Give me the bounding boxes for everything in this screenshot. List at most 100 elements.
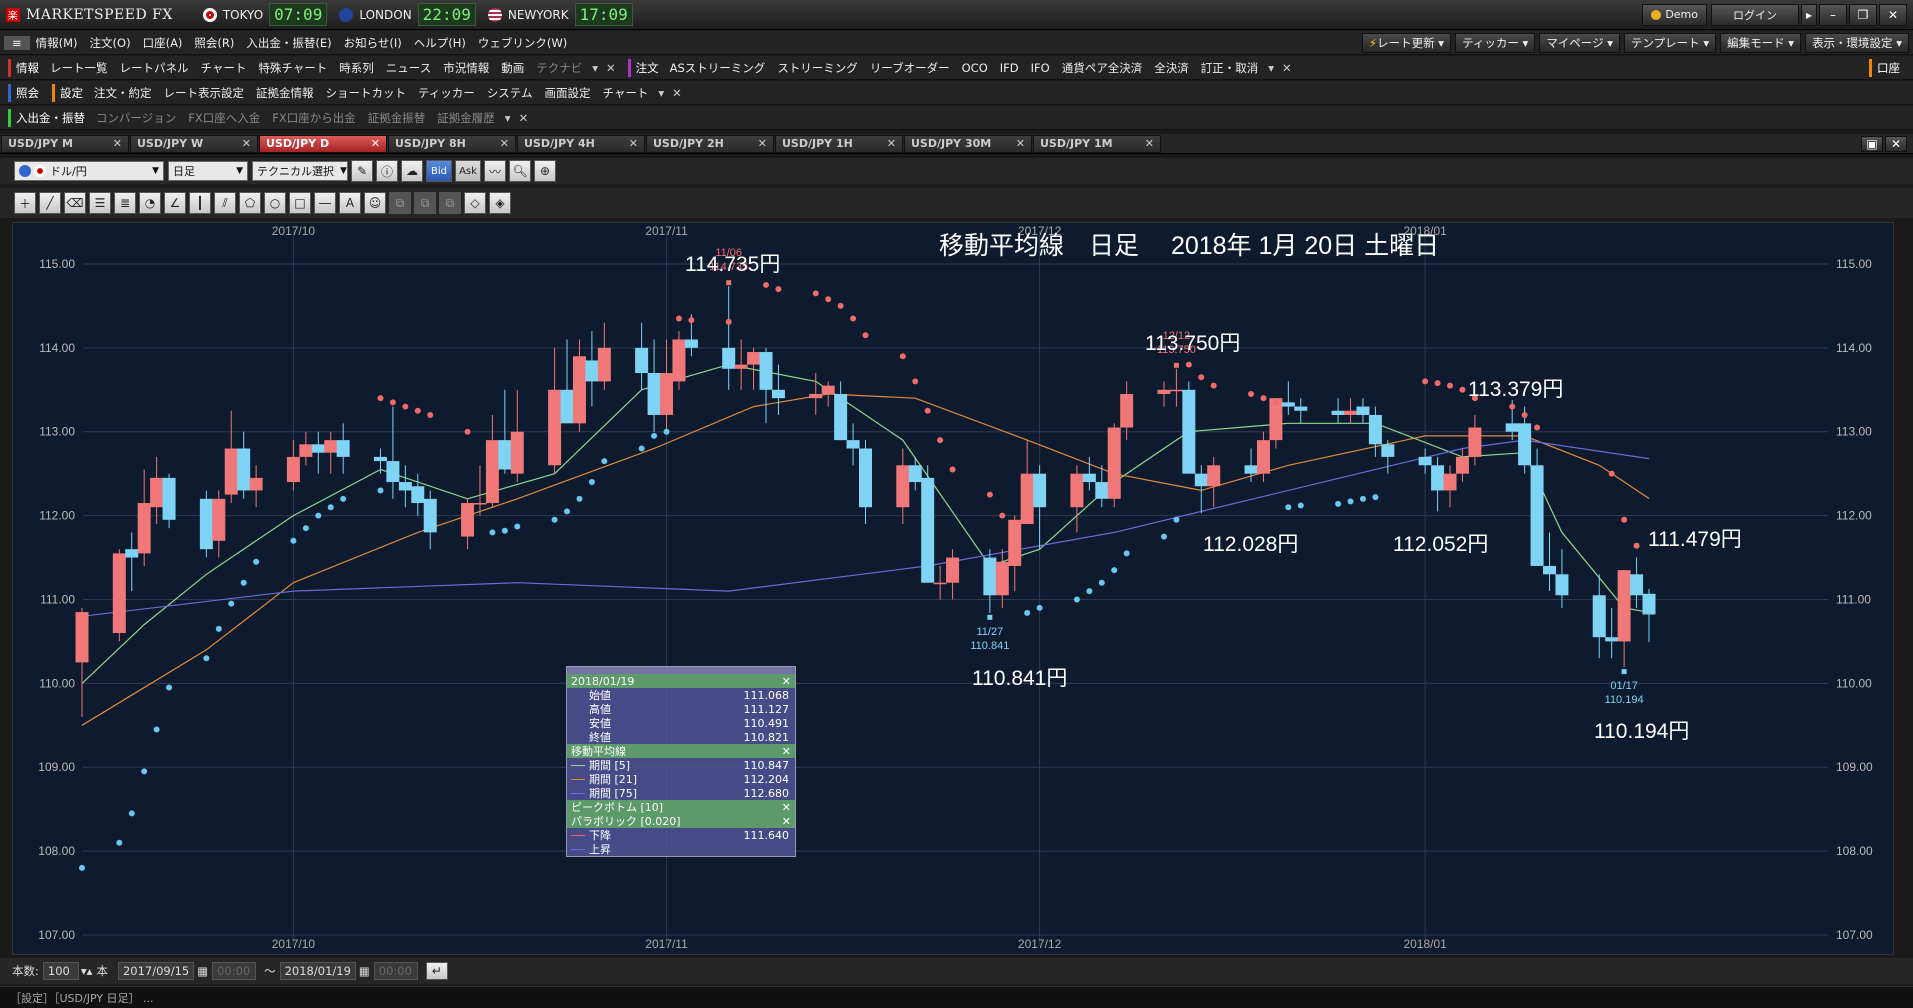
close-button[interactable]: ✕ [1879, 3, 1907, 26]
close-icon[interactable]: ✕ [1145, 137, 1154, 150]
eraser-icon[interactable]: ⌫ [64, 192, 86, 214]
crosshair-icon[interactable]: ＋ [14, 192, 36, 214]
tab-usdjpy-m[interactable]: USD/JPY M ✕ [1, 134, 129, 153]
close-icon[interactable]: ✕ [371, 137, 380, 150]
tab-usdjpy-30m[interactable]: USD/JPY 30M ✕ [904, 134, 1032, 153]
tab-usdjpy-2h[interactable]: USD/JPY 2H ✕ [646, 134, 774, 153]
toolbar-market-info[interactable]: 市況情報 [437, 60, 495, 76]
stamp-icon[interactable]: ☺ [364, 192, 386, 214]
close-icon[interactable]: ✕ [782, 801, 791, 814]
close-icon[interactable]: ✕ [629, 137, 638, 150]
info-icon[interactable]: ⓘ [376, 160, 398, 182]
tab-usdjpy-d[interactable]: USD/JPY D ✕ [259, 134, 387, 153]
duplicate-icon[interactable]: ⧉ [439, 192, 461, 214]
from-time-input[interactable]: 00:00 [212, 962, 257, 980]
chevron-down-icon[interactable]: ▾ [654, 86, 668, 100]
close-icon[interactable]: ✕ [515, 111, 533, 125]
apply-range-icon[interactable]: ↵ [425, 962, 448, 980]
chart-area[interactable]: 107.00 107.00 108.00 108.00 109.00 109.00 110.… [12, 222, 1894, 955]
close-icon[interactable]: ✕ [782, 815, 791, 828]
tab-usdjpy-1h[interactable]: USD/JPY 1H ✕ [775, 134, 903, 153]
paste-icon[interactable]: ⧉ [414, 192, 436, 214]
drag-handle[interactable] [567, 667, 795, 674]
menu-inquiry[interactable]: 照会(R) [188, 35, 240, 51]
ticker-button[interactable]: ティッカー ▾ [1455, 32, 1536, 53]
tab-usdjpy-1m[interactable]: USD/JPY 1M ✕ [1033, 134, 1161, 153]
trendline-icon[interactable]: ╱ [39, 192, 61, 214]
toolbar-technavi[interactable]: テクナビ [530, 60, 588, 76]
menu-account[interactable]: 口座(A) [137, 35, 189, 51]
toolbar-special-chart[interactable]: 特殊チャート [252, 60, 333, 76]
from-date-input[interactable]: 2017/09/15 [117, 962, 195, 980]
menu-info[interactable]: 情報(M) [30, 35, 84, 51]
edit-mode-button[interactable]: 編集モード ▾ [1720, 32, 1802, 53]
toolbar-leave-order[interactable]: リーブオーダー [864, 60, 956, 76]
toolbar-chart-settings[interactable]: チャート [596, 85, 654, 101]
line-chart-icon[interactable]: 〰 [484, 160, 506, 182]
toolbar-screen-settings[interactable]: 画面設定 [538, 85, 596, 101]
close-icon[interactable]: ✕ [758, 137, 767, 150]
toolbar-pair-settle[interactable]: 通貨ペア全決済 [1056, 60, 1149, 76]
fan-icon[interactable]: ◔ [139, 192, 161, 214]
zoom-out-icon[interactable]: 🔍︎ [509, 160, 531, 182]
toolbar-shortcut[interactable]: ショートカット [320, 85, 413, 101]
toolbar-oco[interactable]: OCO [956, 61, 994, 75]
toolbar-margin-history[interactable]: 証拠金履歴 [431, 110, 501, 126]
zoom-in-icon[interactable]: ⊕ [534, 160, 556, 182]
maximize-icon[interactable]: ▣ [1861, 135, 1883, 152]
technical-select[interactable]: テクニカル選択 ▼ [252, 161, 348, 181]
toolbar-rate-list[interactable]: レート一覧 [44, 60, 114, 76]
template-button[interactable]: テンプレート ▾ [1624, 32, 1717, 53]
menu-weblink[interactable]: ウェブリンク(W) [472, 35, 573, 51]
text-icon[interactable]: A [339, 192, 361, 214]
chevron-up-icon[interactable]: ▴ [87, 964, 93, 978]
demo-button[interactable]: Demo [1642, 3, 1707, 26]
toolbar-chart[interactable]: チャート [195, 60, 253, 76]
vertical-lines-icon[interactable]: ┃ [189, 192, 211, 214]
login-button[interactable]: ログイン [1711, 3, 1799, 26]
copy-icon[interactable]: ⧉ [389, 192, 411, 214]
timeframe-select[interactable]: 日足 ▼ [168, 161, 248, 181]
menu-order[interactable]: 注文(O) [84, 35, 137, 51]
horizontal-line-icon[interactable]: ― [314, 192, 336, 214]
currency-pair-select[interactable]: ドル/円 ▼ [14, 161, 164, 181]
pitchfork-icon[interactable]: ⫽ [214, 192, 236, 214]
menu-icon[interactable]: ≡ [4, 35, 30, 50]
to-time-input[interactable]: 00:00 [373, 962, 418, 980]
toolbar-margin-transfer[interactable]: 証拠金振替 [362, 110, 432, 126]
tab-usdjpy-w[interactable]: USD/JPY W ✕ [130, 134, 258, 153]
close-icon[interactable]: ✕ [782, 745, 791, 758]
count-input[interactable]: 100 [42, 962, 79, 980]
pentagon-icon[interactable]: ⬠ [239, 192, 261, 214]
toolbar-all-settle[interactable]: 全決済 [1148, 60, 1195, 76]
toolbar-fx-withdraw[interactable]: FX口座から出金 [266, 110, 362, 126]
arrow-right-icon[interactable]: ▸ [1801, 3, 1817, 26]
close-icon[interactable]: ✕ [1016, 137, 1025, 150]
angle-icon[interactable]: ∠ [164, 192, 186, 214]
toolbar-timeseries[interactable]: 時系列 [333, 60, 380, 76]
close-icon[interactable]: ✕ [668, 86, 686, 100]
toolbar-modify-cancel[interactable]: 訂正・取消 [1195, 60, 1265, 76]
toolbar-ifd[interactable]: IFD [994, 61, 1025, 75]
fibonacci-icon[interactable]: ≣ [114, 192, 136, 214]
data-tooltip[interactable]: 2018/01/19 ✕ 始値 111.068 高値 111.127 安値 110.49… [566, 666, 796, 857]
mypage-button[interactable]: マイページ ▾ [1539, 32, 1621, 53]
chevron-down-icon[interactable]: ▾ [1264, 61, 1278, 75]
toolbar-video[interactable]: 動画 [495, 60, 530, 76]
menu-help[interactable]: ヘルプ(H) [408, 35, 472, 51]
bid-button[interactable]: Bid [426, 160, 452, 182]
close-icon[interactable]: ✕ [782, 675, 791, 688]
rectangle-icon[interactable]: □ [289, 192, 311, 214]
close-icon[interactable]: ✕ [242, 137, 251, 150]
delete-all-icon[interactable]: ◈ [489, 192, 511, 214]
candlestick-chart[interactable]: 107.00 107.00 108.00 108.00 109.00 109.00 110.… [13, 223, 1895, 956]
toolbar-system[interactable]: システム [481, 85, 539, 101]
display-settings-button[interactable]: 表示・環境設定 ▾ [1805, 32, 1909, 53]
calendar-icon[interactable]: ▦ [359, 964, 370, 978]
close-icon[interactable]: ✕ [1885, 135, 1907, 152]
tab-usdjpy-4h[interactable]: USD/JPY 4H ✕ [517, 134, 645, 153]
close-icon[interactable]: ✕ [113, 137, 122, 150]
close-icon[interactable]: ✕ [602, 61, 620, 75]
toolbar-streaming[interactable]: ストリーミング [771, 60, 864, 76]
circle-icon[interactable]: ○ [264, 192, 286, 214]
